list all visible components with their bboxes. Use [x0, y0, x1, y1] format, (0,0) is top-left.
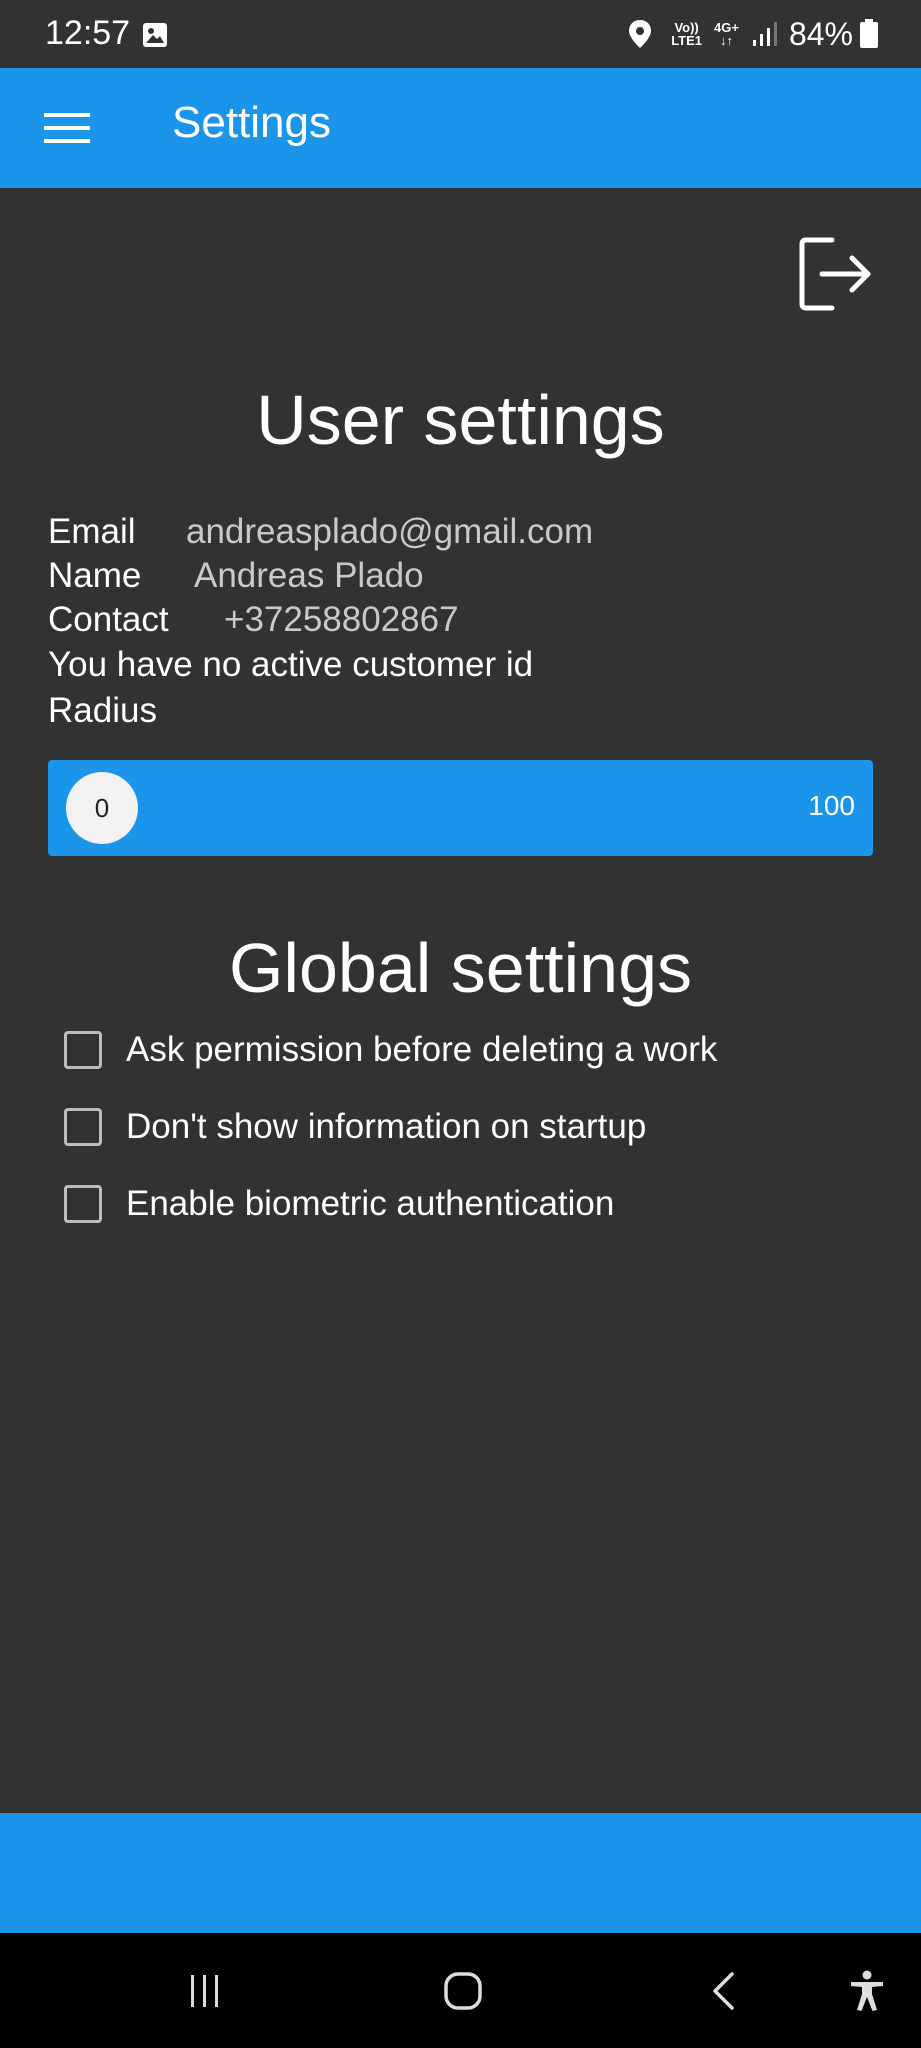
contact-value: +37258802867 [224, 600, 459, 639]
hide-startup-info-option[interactable]: Don't show information on startup [64, 1102, 646, 1152]
logout-icon [799, 237, 871, 311]
network-activity-text: ↓↑ [719, 33, 733, 48]
recent-apps-icon [191, 1974, 218, 2007]
radius-slider[interactable]: 0 100 [48, 760, 873, 856]
home-button[interactable] [428, 1933, 498, 2048]
menu-button[interactable] [36, 102, 98, 154]
status-time: 12:57 [45, 14, 131, 52]
battery-icon [860, 19, 878, 48]
app-bar: Settings [0, 68, 921, 188]
status-icons: Vo)) LTE1 4G+ ↓↑ 84% [627, 14, 879, 54]
home-icon [444, 1971, 482, 2010]
battery-level: 84% [788, 15, 853, 52]
email-label: Email [48, 512, 136, 551]
ask-permission-checkbox[interactable] [64, 1031, 102, 1069]
ask-permission-option[interactable]: Ask permission before deleting a work [64, 1025, 717, 1075]
contact-row: Contact +37258802867 [48, 600, 459, 640]
hamburger-menu-icon [44, 113, 90, 143]
system-nav-bar [0, 1933, 921, 2048]
radius-label: Radius [48, 691, 157, 730]
recent-apps-button[interactable] [170, 1933, 240, 2048]
accessibility-icon [851, 1970, 883, 2011]
settings-screen: 12:57 Vo)) LTE1 4G+ ↓↑ 84% Settings User… [0, 0, 921, 2048]
network-indicator: 4G+ ↓↑ [714, 21, 739, 47]
location-icon [629, 20, 652, 48]
ask-permission-label: Ask permission before deleting a work [126, 1030, 718, 1069]
name-row: Name Andreas Plado [48, 556, 424, 596]
back-button[interactable] [688, 1933, 758, 2048]
gallery-icon [143, 23, 167, 47]
contact-label: Contact [48, 600, 169, 639]
biometric-auth-label: Enable biometric authentication [126, 1184, 615, 1223]
biometric-auth-option[interactable]: Enable biometric authentication [64, 1179, 614, 1229]
user-settings-title: User settings [256, 381, 665, 459]
accessibility-button[interactable] [832, 1933, 902, 2048]
volte-indicator: Vo)) LTE1 [671, 21, 702, 47]
signal-icon [752, 22, 777, 46]
volte-bottom-text: LTE1 [671, 33, 703, 48]
back-icon [713, 1971, 734, 2010]
name-label: Name [48, 556, 142, 595]
status-bar: 12:57 Vo)) LTE1 4G+ ↓↑ 84% [0, 0, 921, 68]
bottom-bar [0, 1813, 921, 1933]
email-row: Email andreasplado@gmail.com [48, 512, 593, 552]
customer-id-status: You have no active customer id [48, 645, 534, 684]
hide-startup-info-checkbox[interactable] [64, 1108, 102, 1146]
hide-startup-info-label: Don't show information on startup [126, 1107, 647, 1146]
email-value: andreasplado@gmail.com [186, 512, 594, 551]
page-title: Settings [172, 98, 331, 147]
logout-button[interactable] [796, 234, 876, 314]
slider-max-label: 100 [808, 790, 855, 821]
biometric-auth-checkbox[interactable] [64, 1185, 102, 1223]
global-settings-title: Global settings [228, 929, 693, 1007]
slider-thumb[interactable]: 0 [66, 772, 138, 844]
name-value: Andreas Plado [194, 556, 424, 595]
